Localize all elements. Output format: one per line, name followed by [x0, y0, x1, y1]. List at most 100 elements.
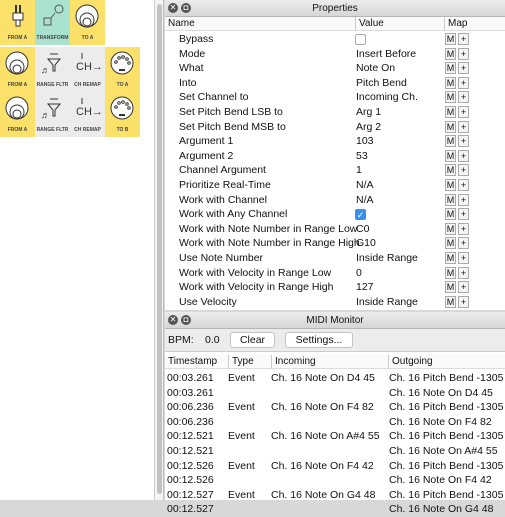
property-value[interactable]: 53 [356, 149, 368, 164]
map-midi-button[interactable]: M [445, 208, 456, 221]
property-row[interactable]: What Note On M + [165, 61, 505, 76]
map-midi-button[interactable]: M [445, 222, 456, 235]
property-row[interactable]: Mode Insert Before M + [165, 47, 505, 62]
property-value[interactable]: Note On [356, 61, 395, 76]
property-value[interactable]: Pitch Bend [356, 76, 407, 91]
monitor-row[interactable]: 00:12.526 Event Ch. 16 Note On F4 42 Ch. 16… [165, 459, 505, 474]
map-midi-button[interactable]: M [445, 237, 456, 250]
property-value[interactable]: Inside Range [356, 251, 418, 266]
map-add-button[interactable]: + [458, 149, 469, 162]
patch-module[interactable]: FROM A [0, 47, 35, 92]
monitor-row[interactable]: 00:06.236 Event Ch. 16 Note On F4 82 Ch. 16… [165, 400, 505, 415]
settings-button[interactable]: Settings... [285, 332, 353, 348]
property-checkbox[interactable] [355, 34, 366, 45]
map-midi-button[interactable]: M [445, 149, 456, 162]
map-midi-button[interactable]: M [445, 33, 456, 45]
property-row[interactable]: Set Pitch Bend MSB to Arg 2 M + [165, 120, 505, 135]
column-value[interactable]: Value [355, 17, 384, 31]
property-value[interactable]: N/A [356, 193, 374, 208]
map-midi-button[interactable]: M [445, 281, 456, 294]
property-value[interactable]: Arg 2 [356, 120, 381, 135]
column-outgoing[interactable]: Outgoing [388, 355, 433, 369]
property-row[interactable]: Work with Velocity in Range High 127 M + [165, 280, 505, 295]
property-row[interactable]: Prioritize Real-Time N/A M + [165, 178, 505, 193]
map-add-button[interactable]: + [458, 91, 469, 104]
patch-module[interactable]: CH→ CH REMAP [70, 92, 105, 137]
column-map[interactable]: Map [444, 17, 467, 31]
property-row[interactable]: Into Pitch Bend M + [165, 76, 505, 91]
property-value[interactable]: Incoming Ch. [356, 90, 418, 105]
patch-scrollbar[interactable] [155, 0, 164, 500]
close-icon[interactable]: ✕ [168, 315, 178, 325]
column-incoming[interactable]: Incoming [271, 355, 316, 369]
map-add-button[interactable]: + [458, 33, 469, 45]
map-add-button[interactable]: + [458, 266, 469, 279]
property-value[interactable]: C0 [356, 222, 369, 237]
property-row[interactable]: Work with Channel N/A M + [165, 193, 505, 208]
monitor-row[interactable]: 00:12.526 Ch. 16 Note On F4 42 [165, 473, 505, 488]
patch-canvas[interactable]: FROM A TRANSFORM TO A FROM A ♬ RANGE FLTR CH→ C… [0, 0, 155, 500]
property-row[interactable]: Bypass M + [165, 32, 505, 47]
property-row[interactable]: Use Velocity Inside Range M + [165, 295, 505, 310]
monitor-row[interactable]: 00:12.527 Event Ch. 16 Note On G4 48 Ch. 16… [165, 488, 505, 503]
monitor-row[interactable]: 00:12.527 Ch. 16 Note On G4 48 [165, 502, 505, 517]
map-add-button[interactable]: + [458, 164, 469, 177]
map-midi-button[interactable]: M [445, 105, 456, 118]
property-value[interactable]: Insert Before [356, 47, 416, 62]
map-add-button[interactable]: + [458, 237, 469, 250]
patch-module[interactable]: TO A [105, 47, 140, 92]
clear-button[interactable]: Clear [230, 332, 275, 348]
monitor-row[interactable]: 00:12.521 Ch. 16 Note On A#4 55 [165, 444, 505, 459]
map-midi-button[interactable]: M [445, 47, 456, 60]
property-value[interactable]: G10 [356, 236, 376, 251]
column-timestamp[interactable]: Timestamp [165, 355, 217, 369]
map-add-button[interactable]: + [458, 222, 469, 235]
map-add-button[interactable]: + [458, 295, 469, 308]
map-add-button[interactable]: + [458, 193, 469, 206]
map-add-button[interactable]: + [458, 178, 469, 191]
property-value[interactable]: 1 [356, 163, 362, 178]
patch-module[interactable]: TO B [105, 92, 140, 137]
property-row[interactable]: Set Pitch Bend LSB to Arg 1 M + [165, 105, 505, 120]
property-row[interactable]: Argument 2 53 M + [165, 149, 505, 164]
map-add-button[interactable]: + [458, 62, 469, 75]
property-checkbox[interactable]: ✓ [355, 209, 366, 221]
property-value[interactable]: 127 [356, 280, 374, 295]
detach-icon[interactable]: ◘ [181, 315, 191, 325]
close-icon[interactable]: ✕ [168, 3, 178, 13]
map-add-button[interactable]: + [458, 47, 469, 60]
patch-module[interactable]: TRANSFORM [35, 0, 70, 45]
property-value[interactable]: 103 [356, 134, 374, 149]
map-midi-button[interactable]: M [445, 193, 456, 206]
map-midi-button[interactable]: M [445, 178, 456, 191]
property-row[interactable]: Argument 1 103 M + [165, 134, 505, 149]
monitor-row[interactable]: 00:12.521 Event Ch. 16 Note On A#4 55 Ch. 1… [165, 429, 505, 444]
patch-module[interactable]: CH→ CH REMAP [70, 47, 105, 92]
column-name[interactable]: Name [165, 17, 195, 31]
property-row[interactable]: Work with Note Number in Range High G10 M + [165, 236, 505, 251]
patch-module[interactable]: ♬ RANGE FLTR [35, 47, 70, 92]
patch-module[interactable]: TO A [70, 0, 105, 45]
map-midi-button[interactable]: M [445, 76, 456, 89]
map-midi-button[interactable]: M [445, 164, 456, 177]
monitor-row[interactable]: 00:06.236 Ch. 16 Note On F4 82 [165, 415, 505, 430]
monitor-row[interactable]: 00:03.261 Ch. 16 Note On D4 45 [165, 386, 505, 401]
property-value[interactable]: Inside Range [356, 295, 418, 310]
map-midi-button[interactable]: M [445, 62, 456, 75]
property-row[interactable]: Work with Any Channel ✓ M + [165, 207, 505, 222]
property-row[interactable]: Channel Argument 1 M + [165, 163, 505, 178]
map-add-button[interactable]: + [458, 135, 469, 148]
patch-module[interactable]: ♬ RANGE FLTR [35, 92, 70, 137]
property-row[interactable]: Work with Velocity in Range Low 0 M + [165, 266, 505, 281]
map-add-button[interactable]: + [458, 281, 469, 294]
column-type[interactable]: Type [228, 355, 254, 369]
property-row[interactable]: Work with Note Number in Range Low C0 M + [165, 222, 505, 237]
monitor-row[interactable]: 00:03.261 Event Ch. 16 Note On D4 45 Ch. 16… [165, 371, 505, 386]
property-value[interactable]: N/A [356, 178, 374, 193]
map-midi-button[interactable]: M [445, 251, 456, 264]
scrollbar-thumb[interactable] [157, 4, 162, 494]
map-midi-button[interactable]: M [445, 91, 456, 104]
map-add-button[interactable]: + [458, 120, 469, 133]
detach-icon[interactable]: ◘ [181, 3, 191, 13]
map-midi-button[interactable]: M [445, 135, 456, 148]
